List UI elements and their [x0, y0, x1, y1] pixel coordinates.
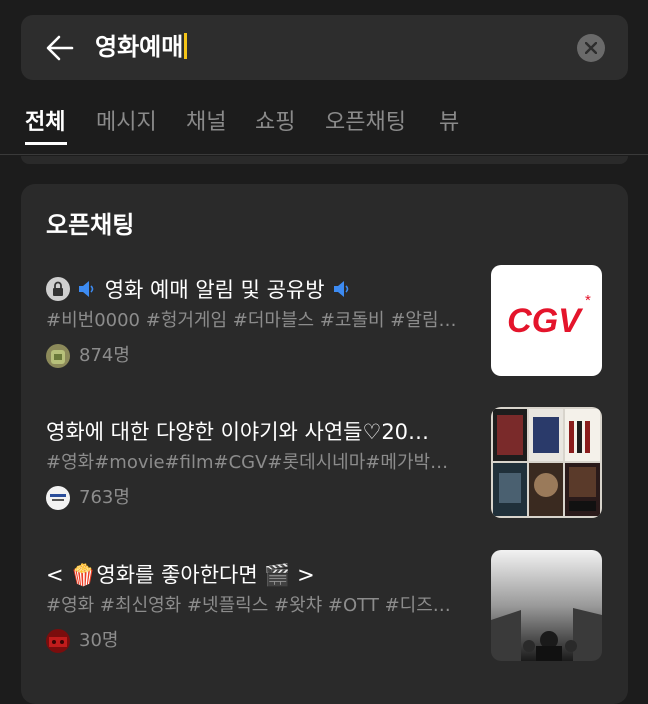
room-title: < 🍿영화를 좋아한다면 🎬 > — [46, 563, 315, 587]
room-tags: #영화 #최신영화 #넷플릭스 #왓챠 #OTT #디즈… — [46, 595, 451, 616]
openchat-room[interactable]: < 🍿영화를 좋아한다면 🎬 > #영화 #최신영화 #넷플릭스 #왓챠 #OT… — [21, 550, 628, 662]
tab-openchat[interactable]: 오픈채팅 — [325, 108, 406, 138]
clear-search-button[interactable] — [577, 34, 605, 62]
room-title: 영화에 대한 다양한 이야기와 사연들♡20… — [46, 420, 430, 444]
tab-view[interactable]: 뷰 — [439, 108, 459, 138]
text-cursor — [184, 33, 188, 59]
svg-text:*: * — [585, 292, 591, 309]
member-count: 874명 — [79, 345, 130, 366]
room-thumbnail: CGV * — [491, 265, 602, 376]
active-tab-indicator — [25, 142, 67, 145]
room-thumbnail — [491, 407, 602, 518]
avatar — [46, 629, 70, 653]
close-icon — [585, 42, 597, 54]
member-count: 30명 — [79, 630, 119, 651]
speaker-icon — [334, 281, 349, 297]
tab-bar: 전체 메시지 채널 쇼핑 오픈채팅 뷰 — [0, 104, 648, 155]
avatar — [46, 486, 70, 510]
lock-icon — [46, 277, 70, 301]
room-title: 영화 예매 알림 및 공유방 — [46, 275, 466, 305]
cgv-logo: CGV * — [507, 292, 591, 340]
previous-card-edge — [21, 156, 628, 164]
openchat-room[interactable]: 영화 예매 알림 및 공유방 #비번0000 #헝거게임 #더마블스 #코돌비 … — [21, 265, 628, 377]
tab-all[interactable]: 전체 — [25, 108, 65, 138]
avatar — [46, 344, 70, 368]
section-title: 오픈채팅 — [46, 211, 135, 239]
search-bar[interactable]: 영화예매 — [21, 15, 628, 80]
room-tags: #비번0000 #헝거게임 #더마블스 #코돌비 #알림… — [46, 310, 457, 331]
back-arrow-icon[interactable] — [45, 33, 75, 63]
room-thumbnail — [491, 550, 602, 661]
tab-channels[interactable]: 채널 — [186, 108, 226, 138]
room-tags: #영화#movie#film#CGV#롯데시네마#메가박… — [46, 452, 449, 473]
svg-text:CGV: CGV — [507, 302, 584, 340]
openchat-section-card: 오픈채팅 영화 예매 알림 및 공유방 #비번0000 #헝거게임 #더마블스 … — [21, 184, 628, 704]
tab-messages[interactable]: 메시지 — [96, 108, 157, 138]
openchat-room[interactable]: 영화에 대한 다양한 이야기와 사연들♡20… #영화#movie#film#C… — [21, 407, 628, 519]
speaker-icon — [79, 281, 94, 297]
member-count: 763명 — [79, 487, 130, 508]
search-input[interactable]: 영화예매 — [95, 31, 188, 63]
tab-shopping[interactable]: 쇼핑 — [255, 108, 295, 138]
